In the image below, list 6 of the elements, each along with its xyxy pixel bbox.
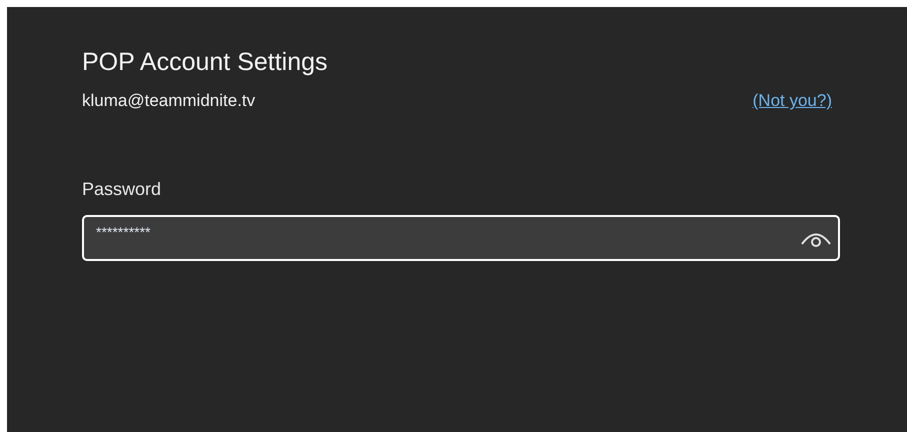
password-label: Password [82,178,162,201]
account-email: kluma@teammidnite.tv [82,90,256,112]
dialog-title: POP Account Settings [82,47,328,78]
password-value: ********** [96,223,150,242]
not-you-link[interactable]: (Not you?) [752,88,832,114]
password-field[interactable]: ********** [82,214,840,261]
